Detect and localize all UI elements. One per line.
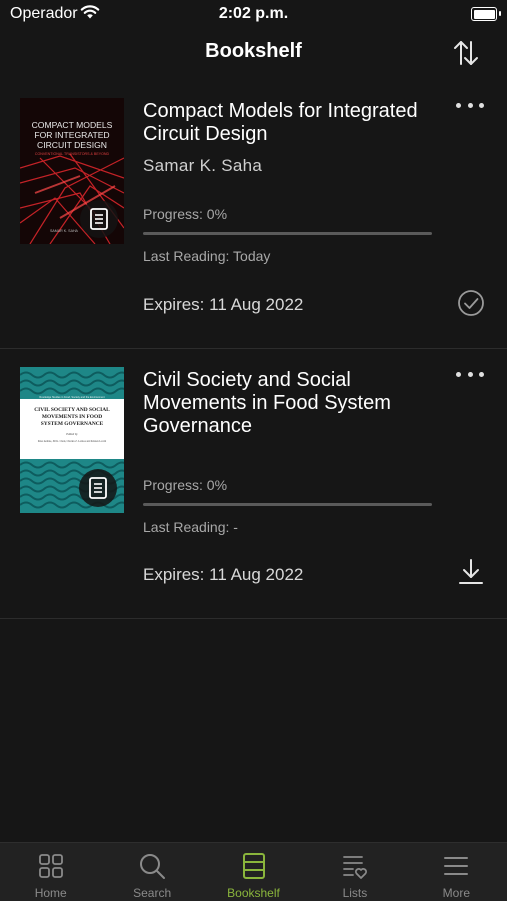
dot	[456, 371, 461, 377]
document-icon	[90, 208, 108, 230]
document-icon	[89, 477, 107, 499]
tab-label: Lists	[342, 886, 368, 900]
expiry-date: Expires: 11 Aug 2022	[143, 295, 304, 314]
dot	[467, 371, 473, 377]
page-title: Bookshelf	[205, 40, 302, 62]
expiry-date: Expires: 11 Aug 2022	[143, 565, 304, 584]
last-reading: Last Reading: Today	[143, 248, 271, 264]
grid-icon	[38, 854, 63, 878]
book-title[interactable]: Civil Society and Social Movements in Fo…	[143, 369, 443, 438]
reader-badge	[79, 469, 117, 507]
menu-icon	[444, 857, 469, 875]
book-cover[interactable]: Routledge Studies in Food, Society and t…	[20, 367, 124, 513]
tab-more[interactable]: More	[406, 843, 507, 901]
tab-label: Bookshelf	[227, 886, 280, 900]
tab-bookshelf[interactable]: Bookshelf	[203, 843, 304, 901]
downloaded-check-icon[interactable]	[456, 288, 486, 318]
book-list: COMPACT MODELS FOR INTEGRATED CIRCUIT DE…	[0, 80, 507, 619]
bookshelf-icon	[242, 853, 265, 879]
cover-title-line3: CIRCUIT DESIGN	[37, 140, 107, 150]
more-options-button[interactable]	[456, 98, 484, 112]
battery-icon	[471, 7, 501, 21]
reader-badge	[80, 200, 118, 238]
cover-title-line3: SYSTEM GOVERNANCE	[41, 421, 104, 427]
cover-author: SAMAR K. SAHA	[50, 229, 79, 233]
book-item[interactable]: Routledge Studies in Food, Society and t…	[0, 349, 507, 619]
progress-label: Progress: 0%	[143, 206, 228, 222]
cover-series: Routledge Studies in Food, Society and t…	[39, 395, 104, 399]
dot	[479, 371, 484, 377]
sort-button[interactable]	[448, 36, 484, 70]
dot	[456, 102, 461, 108]
book-author: Samar K. Saha	[143, 156, 263, 175]
tab-lists[interactable]: Lists	[304, 843, 405, 901]
list-heart-icon	[343, 856, 367, 879]
status-bar: Operador 2:02 p.m.	[0, 0, 507, 30]
book-item[interactable]: COMPACT MODELS FOR INTEGRATED CIRCUIT DE…	[0, 80, 507, 349]
tab-bar: Home Search Bookshelf Lists More	[0, 842, 507, 901]
cover-editors-label: Edited by	[65, 432, 78, 436]
tab-home[interactable]: Home	[0, 843, 101, 901]
cover-title-line2: MOVEMENTS IN FOOD	[42, 414, 102, 420]
tab-label: Home	[34, 886, 67, 900]
book-title[interactable]: Compact Models for Integrated Circuit De…	[143, 100, 443, 146]
more-options-button[interactable]	[456, 367, 484, 381]
dot	[467, 102, 473, 108]
dot	[479, 102, 484, 108]
last-reading: Last Reading: -	[143, 519, 238, 535]
tab-label: More	[442, 886, 470, 900]
progress-bar	[143, 232, 432, 235]
tab-label: Search	[133, 886, 172, 900]
sort-arrows-icon	[454, 41, 478, 65]
progress-bar	[143, 503, 432, 506]
cover-editors: Peter Andrée, Jill K. Clark, Charles Z. …	[38, 440, 107, 443]
tab-search[interactable]: Search	[101, 843, 202, 901]
cover-title-line1: COMPACT MODELS	[32, 120, 113, 130]
progress-label: Progress: 0%	[143, 477, 228, 493]
clock: 2:02 p.m.	[218, 5, 289, 22]
search-icon	[140, 854, 166, 879]
cover-subtitle: CONVENTIONAL TRANSISTORS & BEYOND	[35, 152, 110, 156]
cover-title-line1: CIVIL SOCIETY AND SOCIAL	[34, 407, 110, 413]
cover-title-line2: FOR INTEGRATED	[34, 130, 109, 140]
download-icon[interactable]	[456, 557, 486, 587]
book-cover[interactable]: COMPACT MODELS FOR INTEGRATED CIRCUIT DE…	[20, 98, 124, 244]
